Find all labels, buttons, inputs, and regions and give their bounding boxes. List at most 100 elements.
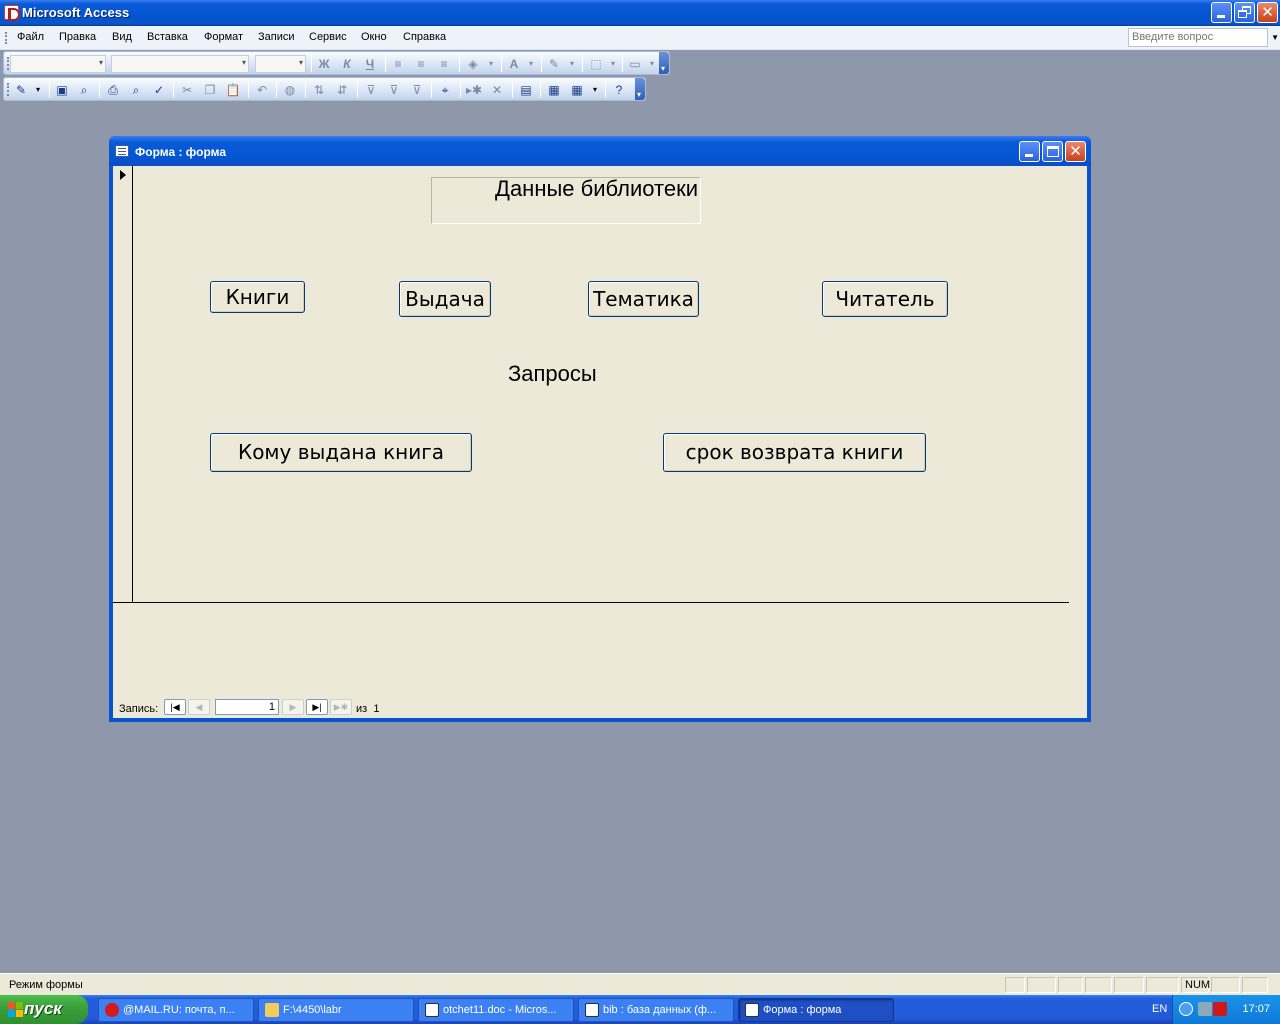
file-search-icon[interactable]: ⌕: [75, 81, 93, 99]
line-color-icon[interactable]: ✎: [545, 55, 563, 73]
form-minimize-button[interactable]: [1019, 141, 1040, 162]
properties-icon[interactable]: ▤: [517, 81, 535, 99]
spelling-icon[interactable]: ✓: [150, 81, 168, 99]
menu-file[interactable]: Файл: [17, 31, 44, 43]
font-color-dropdown-icon[interactable]: ▾: [522, 55, 540, 73]
word-document-icon: [425, 1003, 439, 1017]
cut-icon[interactable]: ✂: [178, 81, 196, 99]
line-color-dropdown-icon[interactable]: ▾: [563, 55, 581, 73]
new-object-icon[interactable]: ▦: [568, 81, 586, 99]
close-icon: ✕: [1069, 143, 1082, 160]
fill-color-dropdown-icon[interactable]: ▾: [482, 55, 500, 73]
detail-section-divider: [113, 602, 1069, 603]
queries-label: Запросы: [508, 361, 597, 386]
object-combo[interactable]: [10, 55, 106, 73]
form-heading: Данные библиотеки: [495, 176, 698, 201]
menu-edit[interactable]: Правка: [59, 31, 96, 43]
help-icon[interactable]: ?: [610, 81, 628, 99]
tray-expand-icon[interactable]: [1179, 1002, 1193, 1016]
return-date-button[interactable]: срок возврата книги: [663, 433, 926, 472]
menu-help[interactable]: Справка: [403, 31, 446, 43]
align-right-icon[interactable]: ≡: [435, 55, 453, 73]
form-title-bar[interactable]: Форма : форма ✕: [109, 136, 1091, 166]
menu-format[interactable]: Формат: [204, 31, 243, 43]
menu-tools[interactable]: Сервис: [309, 31, 347, 43]
new-object-dropdown-icon[interactable]: ▾: [586, 81, 604, 99]
task-mail-ru[interactable]: @MAIL.RU: почта, п...: [98, 998, 254, 1022]
design-view-icon[interactable]: ✎: [12, 81, 30, 99]
delete-record-icon[interactable]: ✕: [488, 81, 506, 99]
task-word-doc[interactable]: otchet11.doc - Micros...: [418, 998, 574, 1022]
record-number-field[interactable]: 1: [215, 699, 279, 715]
view-dropdown-icon[interactable]: ▾: [29, 81, 47, 99]
menu-grip[interactable]: [5, 32, 7, 44]
clock[interactable]: 17:07: [1242, 1003, 1270, 1015]
font-color-icon[interactable]: A: [505, 55, 523, 73]
save-icon[interactable]: ▣: [53, 81, 71, 99]
form-close-button[interactable]: ✕: [1065, 141, 1086, 162]
bold-button[interactable]: Ж: [315, 55, 333, 73]
new-record-icon[interactable]: ▸✱: [465, 81, 483, 99]
books-button[interactable]: Книги: [210, 281, 305, 313]
apply-filter-icon[interactable]: ⊽: [408, 81, 426, 99]
record-label: Запись:: [119, 703, 159, 715]
hyperlink-icon[interactable]: ◍: [281, 81, 299, 99]
border-dropdown-icon[interactable]: ▾: [604, 55, 622, 73]
font-name-combo[interactable]: [111, 55, 249, 73]
task-folder[interactable]: F:\4450\labr: [258, 998, 414, 1022]
toolbar-options-icon-2[interactable]: [635, 78, 645, 100]
next-record-button[interactable]: ▶: [282, 699, 304, 715]
antivirus-icon[interactable]: [1213, 1002, 1227, 1016]
menu-view[interactable]: Вид: [112, 31, 132, 43]
filter-by-selection-icon[interactable]: ⊽: [362, 81, 380, 99]
menu-insert[interactable]: Вставка: [147, 31, 188, 43]
paste-icon[interactable]: 📋: [224, 81, 242, 99]
record-selector[interactable]: [113, 166, 133, 602]
sort-ascending-icon[interactable]: ⇅: [310, 81, 328, 99]
border-icon[interactable]: ⬚: [587, 55, 605, 73]
menu-records[interactable]: Записи: [258, 31, 295, 43]
filter-by-form-icon[interactable]: ⊽: [385, 81, 403, 99]
topics-button[interactable]: Тематика: [588, 281, 699, 317]
copy-icon[interactable]: ❐: [201, 81, 219, 99]
toolbar-options-icon[interactable]: [659, 52, 669, 74]
start-button[interactable]: пуск: [0, 995, 88, 1024]
network-icon[interactable]: [1198, 1002, 1212, 1016]
new-record-button[interactable]: ▶✱: [330, 699, 352, 715]
align-center-icon[interactable]: ≡: [412, 55, 430, 73]
italic-button[interactable]: К: [338, 55, 356, 73]
form-window: Форма : форма ✕ Данные библиотеки Книги …: [109, 136, 1091, 722]
loans-button[interactable]: Выдача: [399, 281, 491, 317]
form-maximize-button[interactable]: [1042, 141, 1063, 162]
task-form[interactable]: Форма : форма: [738, 998, 894, 1022]
form-view-toolbar: ✎ ▾ ▣ ⌕ ⎙ ⌕ ✓ ✂ ❐ 📋 ↶ ◍ ⇅ ⇵ ⊽ ⊽ ⊽ ⌖ ▸✱ ✕…: [3, 77, 646, 101]
database-icon: [585, 1003, 599, 1017]
access-app-icon[interactable]: [4, 5, 20, 21]
restore-button[interactable]: [1234, 2, 1255, 23]
print-preview-icon[interactable]: ⌕: [127, 81, 145, 99]
first-record-button[interactable]: |◀: [164, 699, 186, 715]
close-button[interactable]: ✕: [1257, 2, 1278, 23]
menu-window[interactable]: Окно: [361, 31, 387, 43]
form-window-icon[interactable]: [115, 145, 129, 157]
align-left-icon[interactable]: ≡: [389, 55, 407, 73]
language-indicator[interactable]: EN: [1152, 1003, 1167, 1015]
sort-descending-icon[interactable]: ⇵: [333, 81, 351, 99]
minimize-button[interactable]: [1211, 2, 1232, 23]
print-icon[interactable]: ⎙: [104, 81, 122, 99]
help-dropdown-icon[interactable]: ▼: [1271, 33, 1279, 42]
last-record-button[interactable]: ▶|: [306, 699, 328, 715]
previous-record-button[interactable]: ◀: [188, 699, 210, 715]
database-window-icon[interactable]: ▦: [545, 81, 563, 99]
windows-logo-icon: [8, 1002, 24, 1017]
underline-button[interactable]: Ч: [361, 55, 379, 73]
fill-color-icon[interactable]: ◈: [464, 55, 482, 73]
help-question-input[interactable]: Введите вопрос ▼: [1128, 28, 1279, 47]
font-size-combo[interactable]: [255, 55, 306, 73]
readers-button[interactable]: Читатель: [822, 281, 948, 317]
find-icon[interactable]: ⌖: [436, 81, 454, 99]
task-database[interactable]: bib : база данных (ф...: [578, 998, 734, 1022]
special-effect-icon[interactable]: ▭: [626, 55, 644, 73]
who-has-book-button[interactable]: Кому выдана книга: [210, 433, 472, 472]
undo-icon[interactable]: ↶: [253, 81, 271, 99]
